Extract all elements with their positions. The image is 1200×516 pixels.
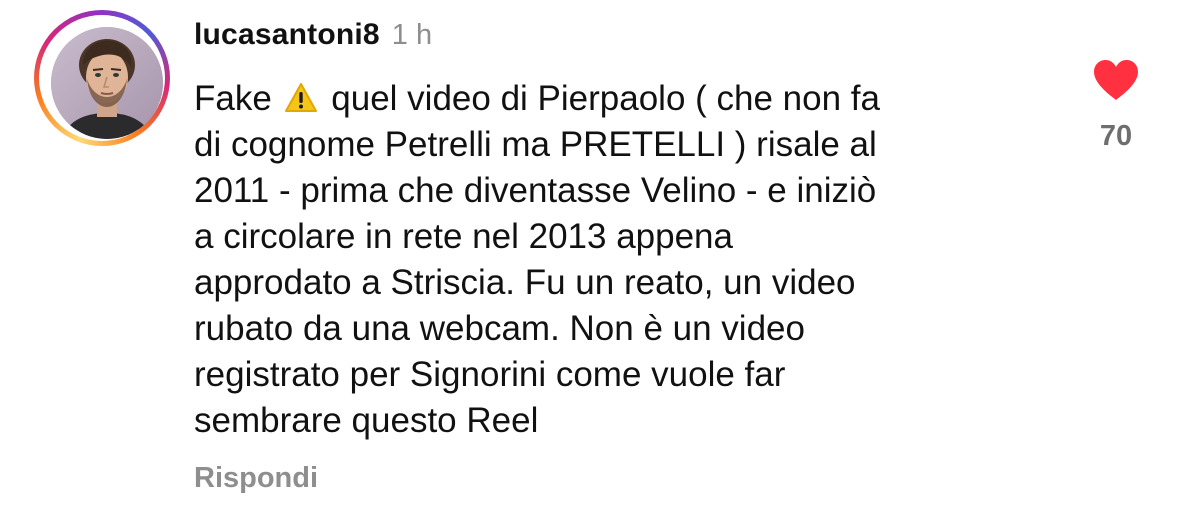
- comment-line: Fake quel video di Pierpaolo ( che non f…: [194, 76, 1054, 122]
- warning-icon: [284, 83, 317, 112]
- reply-button[interactable]: Rispondi: [194, 462, 318, 495]
- comment-line: rubato da una webcam. Non è un video: [194, 309, 805, 348]
- avatar[interactable]: [51, 27, 163, 139]
- comment-line: di cognome Petrelli ma PRETELLI ) risale…: [194, 125, 877, 164]
- comment-line: approdato a Striscia. Fu un reato, un vi…: [194, 263, 856, 302]
- comment-line-rest: quel video di Pierpaolo ( che non fa: [331, 79, 880, 118]
- comment-header: lucasantoni8 1 h: [194, 18, 432, 58]
- username[interactable]: lucasantoni8: [194, 18, 380, 52]
- comment-line: a circolare in rete nel 2013 appena: [194, 217, 733, 256]
- like-count: 70: [1099, 120, 1133, 152]
- comment-line: 2011 - prima che diventasse Velino - e i…: [194, 171, 877, 210]
- comment-line: sembrare questo Reel: [194, 401, 539, 440]
- comment-text: Fake quel video di Pierpaolo ( che non f…: [194, 76, 1054, 444]
- comment: lucasantoni8 1 h Fake quel video di Pier…: [0, 0, 1200, 516]
- heart-icon[interactable]: [1092, 58, 1140, 102]
- like-section: 70: [1090, 58, 1142, 153]
- comment-line: registrato per Signorini come vuole far: [194, 355, 786, 394]
- timestamp: 1 h: [391, 19, 433, 51]
- comment-line-start: Fake: [194, 79, 272, 118]
- story-ring[interactable]: [34, 10, 170, 146]
